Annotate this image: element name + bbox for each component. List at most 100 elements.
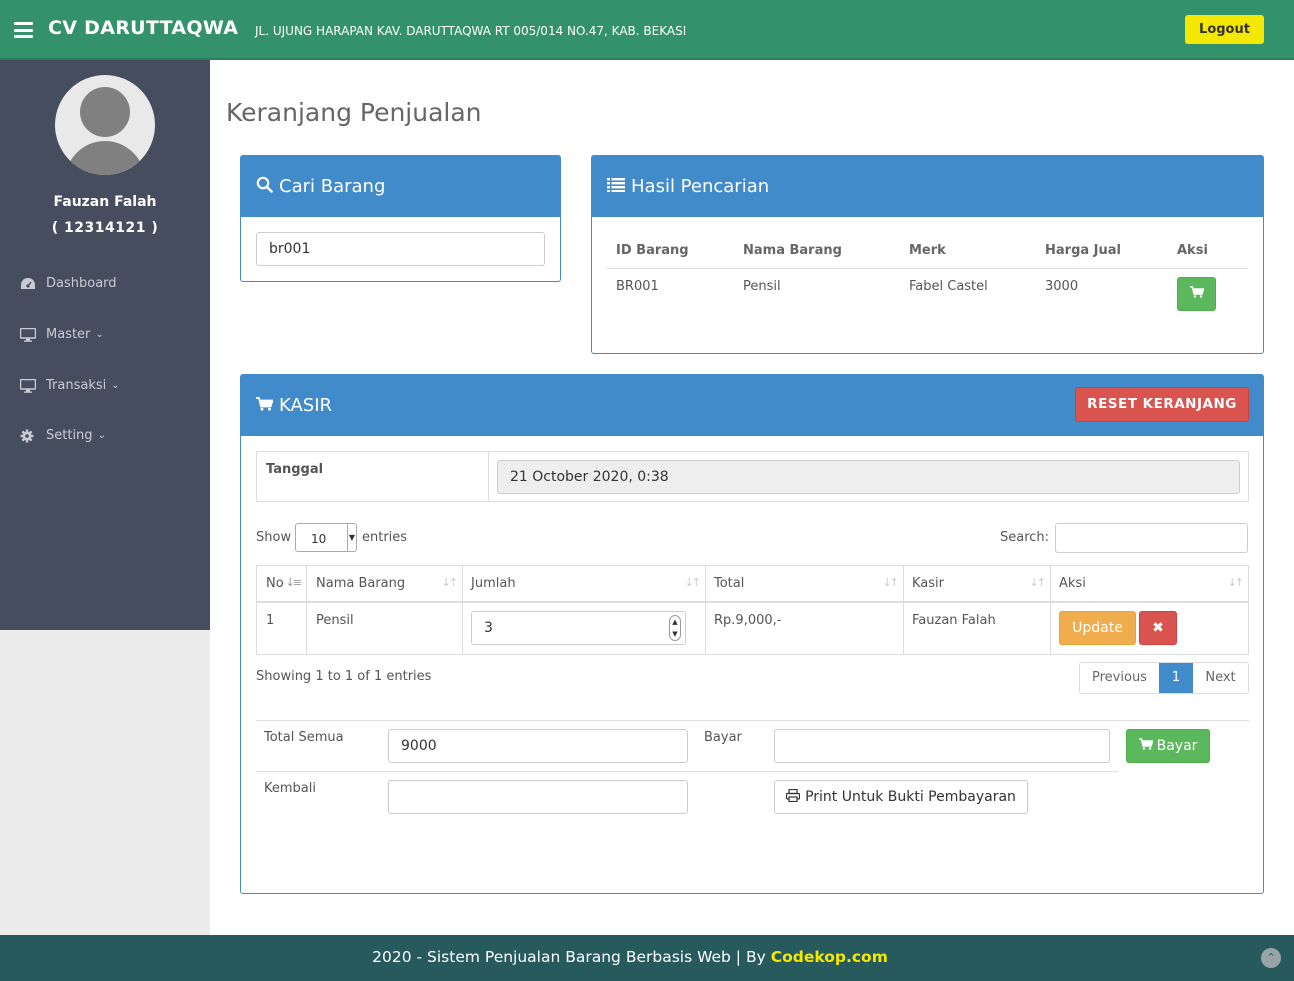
sidebar-item-master[interactable]: Master ⌄ [19, 327, 104, 342]
user-name: Fauzan Falah [53, 194, 157, 210]
search-panel-title: Cari Barang [279, 176, 386, 197]
print-icon [785, 788, 801, 806]
sort-icon: ↓↑ [882, 576, 900, 589]
column-header: Harga Jual [1045, 243, 1121, 258]
sidebar-background [0, 630, 210, 935]
total-semua-field[interactable] [388, 729, 688, 763]
cell-nama: Pensil [743, 279, 781, 294]
quantity-stepper[interactable]: ▲ ▼ [669, 615, 681, 641]
entries-select[interactable]: 10 ▼ [295, 523, 357, 552]
logout-button[interactable]: Logout [1185, 15, 1264, 44]
cell-harga: 3000 [1045, 279, 1079, 294]
reset-keranjang-button[interactable]: RESET KERANJANG [1075, 387, 1249, 422]
search-panel-heading: Cari Barang [241, 156, 560, 217]
search-label: Search: [1000, 530, 1050, 545]
sort-icon: ↓↑ [684, 576, 702, 589]
chevron-up-icon: ⌃ [1266, 951, 1276, 964]
hamburger-menu-icon[interactable] [14, 22, 33, 38]
column-header-kasir[interactable]: Kasir ↓↑ [904, 566, 1051, 601]
update-button[interactable]: Update [1059, 611, 1136, 645]
table-search-input[interactable] [1055, 523, 1248, 553]
cell-nama: Pensil [316, 613, 354, 628]
entries-label: entries [362, 530, 408, 545]
chevron-down-icon: ▼ [347, 524, 356, 551]
sidebar-item-setting[interactable]: Setting ⌄ [20, 428, 106, 443]
bayar-input[interactable] [774, 729, 1110, 763]
sort-icon: ↓≡ [285, 576, 303, 589]
results-panel-title: Hasil Pencarian [631, 176, 770, 197]
sort-icon: ↓↑ [441, 576, 459, 589]
avatar [55, 75, 155, 175]
search-icon [256, 176, 273, 198]
showing-info: Showing 1 to 1 of 1 entries [256, 669, 432, 684]
tanggal-field: 21 October 2020, 0:38 [497, 460, 1240, 494]
cell-total: Rp.9,000,- [714, 613, 782, 628]
cell-id: BR001 [616, 279, 659, 294]
column-header-aksi[interactable]: Aksi ↓↑ [1051, 566, 1248, 601]
tanggal-box: Tanggal 21 October 2020, 0:38 [256, 451, 1249, 502]
column-header: Nama Barang [743, 243, 842, 258]
show-label: Show [256, 530, 292, 545]
entries-value: 10 [311, 532, 327, 546]
user-id: ( 12314121 ) [51, 220, 159, 236]
sort-icon: ↓↑ [1227, 576, 1245, 589]
column-header: ID Barang [616, 243, 689, 258]
desktop-icon [19, 327, 37, 342]
chevron-down-icon: ⌄ [111, 380, 120, 391]
column-header-total[interactable]: Total ↓↑ [706, 566, 904, 601]
divider [256, 720, 1249, 721]
cell-merk: Fabel Castel [909, 279, 988, 294]
pagination-previous[interactable]: Previous [1080, 663, 1159, 693]
column-header: Aksi [1177, 243, 1208, 258]
cart-icon [1189, 286, 1205, 302]
results-table: ID Barang Nama Barang Merk Harga Jual Ak… [607, 233, 1248, 323]
footer: 2020 - Sistem Penjualan Barang Berbasis … [0, 935, 1294, 981]
chevron-down-icon: ⌄ [95, 329, 104, 340]
table-row: 1 Pensil 3 ▲ ▼ Rp.9,000,- Fauzan Falah Up… [257, 603, 1248, 654]
close-icon: ✖ [1152, 620, 1164, 636]
kembali-field[interactable] [388, 780, 688, 814]
gear-icon [20, 429, 36, 443]
cell-no: 1 [266, 613, 275, 628]
chevron-down-icon: ⌄ [97, 430, 106, 441]
kasir-panel-title: KASIR [279, 395, 333, 416]
add-to-cart-button[interactable] [1177, 277, 1216, 311]
search-barang-input[interactable] [256, 232, 545, 266]
page-title: Keranjang Penjualan [226, 98, 482, 127]
bayar-button[interactable]: Bayar [1126, 729, 1210, 763]
cart-table: No ↓≡ Nama Barang ↓↑ Jumlah ↓↑ Total ↓↑ … [256, 565, 1249, 655]
table-row: BR001 Pensil Fabel Castel 3000 [607, 269, 1248, 323]
desktop-icon [19, 378, 37, 393]
sidebar-item-label: Dashboard [46, 276, 117, 291]
cart-icon [1138, 738, 1154, 754]
kembali-label: Kembali [264, 781, 316, 796]
footer-link[interactable]: Codekop.com [771, 948, 888, 966]
sort-icon: ↓↑ [1029, 576, 1047, 589]
results-panel-heading: Hasil Pencarian [592, 156, 1263, 217]
sidebar-item-label: Transaksi [46, 378, 107, 393]
dashboard-icon [20, 277, 36, 291]
pagination-page-1[interactable]: 1 [1159, 663, 1193, 693]
column-header-no[interactable]: No ↓≡ [257, 566, 307, 601]
scroll-top-button[interactable]: ⌃ [1261, 948, 1281, 968]
pagination-next[interactable]: Next [1193, 663, 1248, 693]
kasir-panel: KASIR RESET KERANJANG Tanggal 21 October… [240, 374, 1264, 894]
bayar-label: Bayar [704, 730, 742, 745]
print-button[interactable]: Print Untuk Bukti Pembayaran [774, 780, 1028, 814]
cell-kasir: Fauzan Falah [912, 613, 996, 628]
column-header-jumlah[interactable]: Jumlah ↓↑ [463, 566, 706, 601]
search-panel: Cari Barang [240, 155, 561, 282]
list-icon [607, 176, 625, 197]
sidebar-item-transaksi[interactable]: Transaksi ⌄ [19, 378, 120, 393]
sidebar-item-dashboard[interactable]: Dashboard [20, 276, 117, 291]
sidebar: Fauzan Falah ( 12314121 ) Dashboard Mast… [0, 60, 210, 630]
sidebar-item-label: Setting [46, 428, 93, 443]
column-header: Merk [909, 243, 946, 258]
jumlah-input[interactable]: 3 ▲ ▼ [471, 611, 686, 645]
delete-item-button[interactable]: ✖ [1139, 611, 1177, 645]
cart-icon [256, 395, 274, 416]
pagination: Previous 1 Next [1079, 662, 1249, 694]
divider [256, 771, 1118, 772]
sidebar-item-label: Master [46, 327, 91, 342]
column-header-nama[interactable]: Nama Barang ↓↑ [307, 566, 463, 601]
